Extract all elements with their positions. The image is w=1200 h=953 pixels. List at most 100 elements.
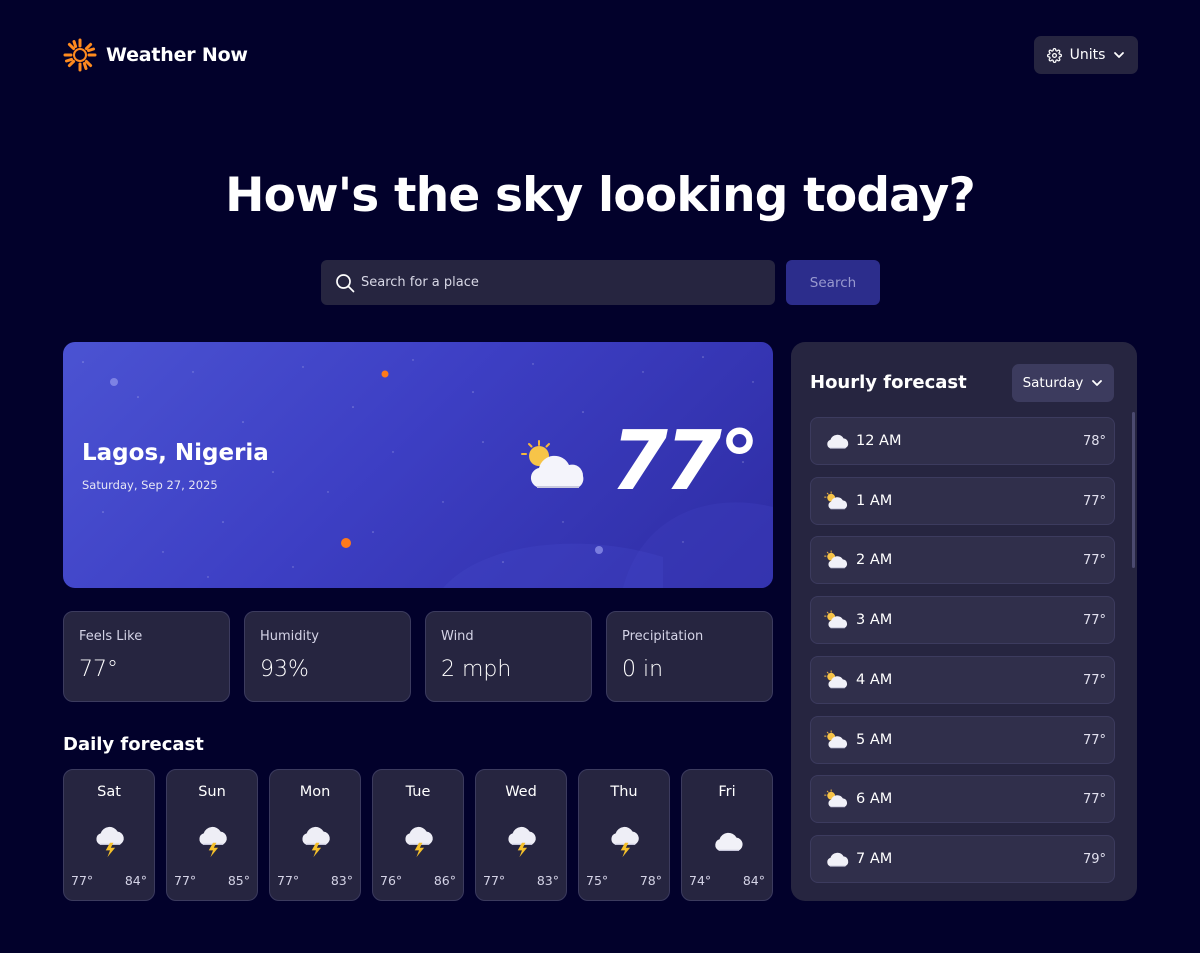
day-name: Fri bbox=[718, 784, 736, 800]
stat-humidity: Humidity 93% bbox=[244, 611, 411, 702]
stat-label: Humidity bbox=[260, 629, 319, 644]
storm-icon bbox=[405, 826, 433, 858]
hourly-row[interactable]: 2 AM 77° bbox=[810, 536, 1115, 585]
hour-temp: 77° bbox=[1082, 613, 1106, 629]
partly-cloudy-icon bbox=[824, 491, 848, 509]
daily-forecast-card: Tue 76° 86° bbox=[372, 769, 464, 901]
day-icon-wrap bbox=[608, 824, 642, 862]
partly-cloudy-icon bbox=[824, 550, 848, 569]
hour-temp: 77° bbox=[1082, 792, 1106, 808]
current-temperature: 77° bbox=[610, 414, 760, 509]
day-icon-wrap bbox=[196, 824, 230, 862]
stat-value: 77° bbox=[79, 657, 118, 682]
hour-icon-wrap bbox=[824, 491, 850, 515]
cloud-icon bbox=[827, 852, 849, 867]
storm-icon bbox=[199, 826, 227, 858]
scrollbar-thumb[interactable] bbox=[1132, 412, 1135, 568]
search-button[interactable]: Search bbox=[786, 260, 880, 305]
chevron-down-icon bbox=[1114, 52, 1125, 58]
daily-forecast-title: Daily forecast bbox=[63, 734, 204, 755]
cloud-icon bbox=[827, 434, 849, 449]
day-icon-wrap bbox=[505, 824, 539, 862]
page-headline: How's the sky looking today? bbox=[225, 168, 976, 223]
stat-value: 2 mph bbox=[441, 657, 512, 682]
day-high-temp: 84° bbox=[124, 873, 147, 888]
stat-label: Wind bbox=[441, 629, 474, 644]
day-name: Sun bbox=[198, 784, 226, 800]
units-label: Units bbox=[1069, 47, 1106, 63]
storm-icon bbox=[302, 826, 330, 858]
day-low-temp: 77° bbox=[277, 873, 300, 888]
partly-cloudy-icon bbox=[824, 670, 848, 689]
hour-time: 5 AM bbox=[856, 731, 893, 748]
hourly-forecast-title: Hourly forecast bbox=[810, 372, 967, 393]
stat-label: Precipitation bbox=[622, 629, 704, 644]
daily-forecast-card: Mon 77° 83° bbox=[269, 769, 361, 901]
day-low-temp: 76° bbox=[380, 873, 403, 888]
hourly-row[interactable]: 5 AM 77° bbox=[810, 715, 1115, 764]
hour-time: 1 AM bbox=[856, 492, 893, 509]
day-low-temp: 77° bbox=[71, 873, 94, 888]
hourly-row[interactable]: 1 AM 77° bbox=[810, 476, 1115, 525]
stat-wind: Wind 2 mph bbox=[425, 611, 592, 702]
daily-forecast-card: Wed 77° 83° bbox=[475, 769, 567, 901]
hourly-row[interactable]: 3 AM 77° bbox=[810, 596, 1115, 645]
day-icon-wrap bbox=[299, 824, 333, 862]
day-high-temp: 78° bbox=[639, 873, 662, 888]
stat-value: 0 in bbox=[622, 657, 664, 682]
day-low-temp: 74° bbox=[689, 873, 712, 888]
day-low-temp: 77° bbox=[483, 873, 506, 888]
day-name: Thu bbox=[610, 784, 638, 800]
day-select-dropdown[interactable]: Saturday bbox=[1012, 364, 1114, 402]
hour-time: 4 AM bbox=[856, 671, 893, 688]
hour-icon-wrap bbox=[824, 550, 850, 574]
hour-time: 6 AM bbox=[856, 791, 893, 808]
chevron-down-icon bbox=[1092, 380, 1103, 386]
stat-value: 93% bbox=[260, 657, 309, 682]
weather-app: Weather Now Units How's the sky looking … bbox=[0, 0, 1200, 953]
day-name: Mon bbox=[299, 784, 331, 800]
hour-icon-wrap bbox=[824, 431, 850, 455]
day-icon-wrap bbox=[93, 824, 127, 862]
sun-logo-icon bbox=[63, 38, 97, 72]
hourly-forecast-panel: Hourly forecast Saturday 12 AM 78° 1 AM 77°… bbox=[791, 342, 1137, 901]
orange-star-icon bbox=[341, 370, 389, 548]
gear-icon bbox=[1046, 47, 1062, 63]
hour-temp: 77° bbox=[1082, 493, 1106, 509]
day-high-temp: 83° bbox=[330, 873, 353, 888]
current-date: Saturday, Sep 27, 2025 bbox=[82, 478, 218, 492]
partly-cloudy-icon bbox=[824, 729, 848, 748]
hour-icon-wrap bbox=[824, 849, 850, 873]
hourly-row[interactable]: 6 AM 77° bbox=[810, 775, 1115, 824]
daily-forecast-card: Thu 75° 78° bbox=[578, 769, 670, 901]
hourly-row[interactable]: 12 AM 78° bbox=[810, 417, 1115, 465]
day-high-temp: 84° bbox=[742, 873, 765, 888]
daily-forecast-card: Sun 77° 85° bbox=[166, 769, 258, 901]
hour-temp: 78° bbox=[1082, 434, 1106, 449]
hour-time: 2 AM bbox=[856, 552, 893, 569]
storm-icon bbox=[96, 826, 124, 858]
hour-icon-wrap bbox=[824, 789, 850, 813]
app-name: Weather Now bbox=[106, 44, 248, 66]
cloud-icon bbox=[715, 832, 743, 851]
hour-icon-wrap bbox=[824, 729, 850, 754]
hour-time: 12 AM bbox=[856, 433, 902, 449]
hour-temp: 77° bbox=[1082, 553, 1106, 569]
search-input[interactable] bbox=[361, 275, 761, 290]
hour-time: 3 AM bbox=[856, 612, 893, 629]
hourly-row[interactable]: 4 AM 77° bbox=[810, 655, 1115, 704]
units-button[interactable]: Units bbox=[1034, 36, 1138, 74]
day-name: Wed bbox=[505, 784, 537, 800]
brand[interactable]: Weather Now bbox=[63, 38, 248, 72]
day-icon-wrap bbox=[402, 824, 436, 862]
day-high-temp: 85° bbox=[227, 873, 250, 888]
selected-day: Saturday bbox=[1022, 375, 1084, 391]
search-icon bbox=[336, 273, 355, 292]
search-field[interactable] bbox=[321, 260, 775, 305]
hourly-row[interactable]: 7 AM 79° bbox=[810, 834, 1115, 883]
location-name: Lagos, Nigeria bbox=[82, 440, 269, 466]
hour-temp: 77° bbox=[1082, 732, 1106, 748]
day-name: Sat bbox=[97, 784, 121, 800]
day-high-temp: 83° bbox=[536, 873, 559, 888]
day-high-temp: 86° bbox=[433, 873, 456, 888]
